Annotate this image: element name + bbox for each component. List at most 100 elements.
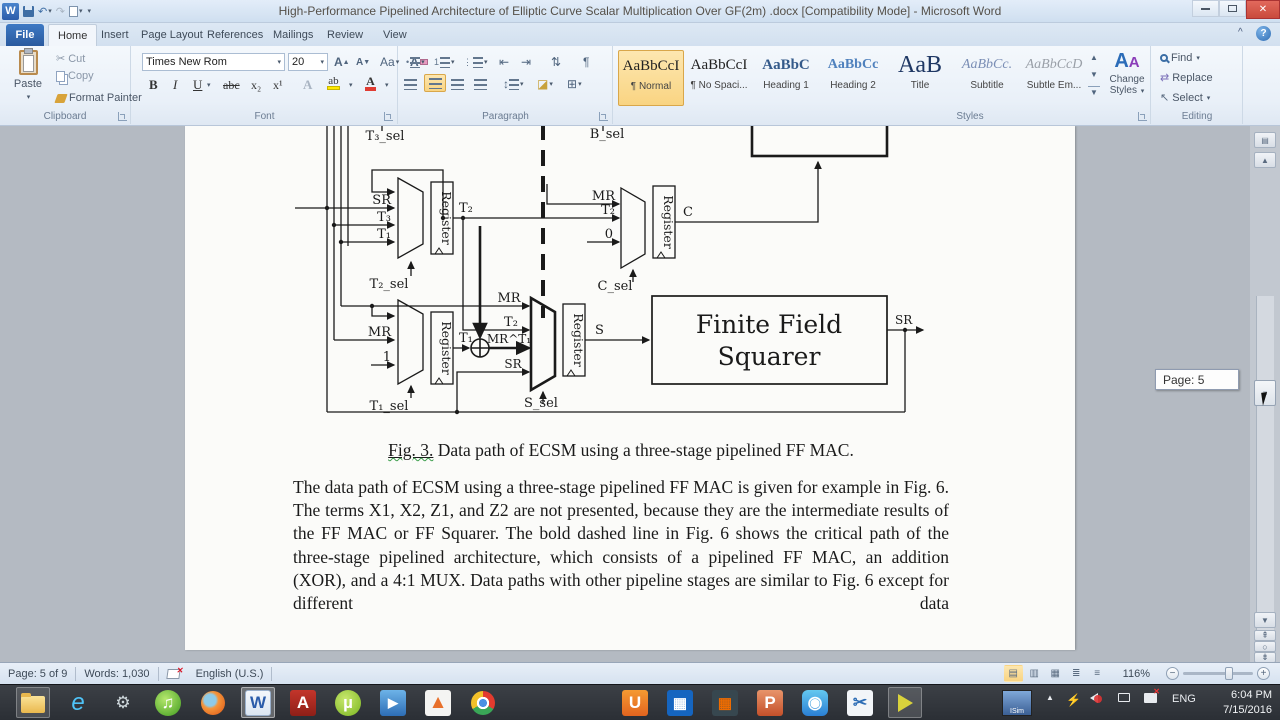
sort-button[interactable]: ⇅ [549,53,563,71]
style-subtitle[interactable]: AaBbCc. Subtitle [954,50,1020,106]
align-center-button[interactable] [424,74,446,92]
taskbar-internet-explorer-icon[interactable]: e [61,687,95,718]
taskbar-itunes-icon[interactable]: ♫ [151,687,185,718]
multilevel-dropdown-icon[interactable]: ▾ [484,58,488,66]
zoom-level[interactable]: 116% [1115,663,1158,684]
superscript-button[interactable]: x¹ [270,76,286,94]
strikethrough-button[interactable]: abc [220,76,243,94]
align-right-button[interactable] [449,75,466,93]
multilevel-list-button[interactable]: ⋮ ▾ [461,53,490,71]
font-family-select[interactable]: Times New Rom ▾ [142,53,285,71]
borders-dropdown-icon[interactable]: ▾ [578,80,582,88]
change-styles-button[interactable]: AA Change Styles ▾ [1106,50,1148,108]
taskbar-system-tool-icon[interactable]: ⚙ [106,687,140,718]
line-spacing-dropdown-icon[interactable]: ▾ [520,80,524,88]
tray-clock[interactable]: 6:04 PM 7/15/2016 [1223,688,1272,718]
zoom-slider-thumb[interactable] [1225,667,1233,680]
cut-button[interactable]: ✂ Cut [56,52,85,66]
bullets-button[interactable]: • ▾ [404,53,427,71]
preview-dropdown-icon[interactable]: ▾ [79,7,83,15]
justify-button[interactable] [472,75,489,93]
select-dropdown-icon[interactable]: ▾ [1207,94,1211,102]
word-logo-icon[interactable]: W [2,2,19,20]
undo-button[interactable]: ↶ ▾ [38,5,52,18]
grow-font-button[interactable]: A ▲ [332,53,352,71]
language-indicator[interactable]: English (U.S.) [188,663,272,684]
zoom-in-button[interactable]: + [1257,667,1270,680]
tray-network-icon[interactable] [1118,693,1130,702]
font-family-dropdown-icon[interactable]: ▾ [277,58,281,66]
shading-dropdown-icon[interactable]: ▾ [549,80,553,88]
tray-show-hidden-icon[interactable]: ▲ [1046,693,1054,702]
highlight-button[interactable]: ab [324,74,343,92]
help-icon[interactable]: ? [1256,26,1271,41]
taskbar-adobe-reader-icon[interactable]: A [286,687,320,718]
restore-button[interactable] [1219,0,1246,17]
find-dropdown-icon[interactable]: ▾ [1196,54,1200,62]
document-paragraph[interactable]: The data path of ECSM using a three-stag… [293,476,949,615]
taskbar-uc-browser-icon[interactable]: U [618,687,652,718]
taskbar-snipping-tool-icon[interactable]: ✂ [843,687,877,718]
replace-button[interactable]: ⇄ Replace [1160,71,1213,85]
change-case-button[interactable]: Aa ▾ [378,53,401,71]
word-count[interactable]: Words: 1,030 [76,663,157,684]
taskbar-app-grid-icon[interactable]: ▦ [663,687,697,718]
tab-references[interactable]: References [198,24,272,46]
style-title[interactable]: AaB Title [887,50,953,106]
fullscreen-reading-view-button[interactable]: ▥ [1025,665,1044,682]
italic-button[interactable]: I [170,76,180,94]
tab-mailings[interactable]: Mailings [264,24,322,46]
borders-button[interactable]: ⊞ ▾ [565,75,584,93]
font-size-dropdown-icon[interactable]: ▾ [320,58,324,66]
tray-language-indicator[interactable]: ENG [1172,693,1196,705]
tab-home[interactable]: Home [48,24,98,46]
copy-button[interactable]: Copy [56,70,94,82]
page-indicator[interactable]: Page: 5 of 9 [0,663,75,684]
close-button[interactable]: ✕ [1246,0,1280,19]
clipboard-launcher-icon[interactable] [118,112,127,121]
customize-qat-button[interactable]: ▾ [86,7,91,15]
tab-file[interactable]: File [6,24,44,46]
align-left-button[interactable] [402,75,419,93]
taskbar-zapya-icon[interactable] [888,687,922,718]
zoom-slider[interactable] [1183,667,1253,680]
scroll-up-button[interactable]: ▲ [1254,152,1276,168]
zoom-out-button[interactable]: − [1166,667,1179,680]
subscript-button[interactable]: x₂ [248,76,264,94]
tab-insert[interactable]: Insert [92,24,138,46]
style-subtle-emphasis[interactable]: AaBbCcD Subtle Em... [1021,50,1087,106]
increase-indent-button[interactable]: ⇥ [519,53,533,71]
taskbar-media-player-icon[interactable]: ▶ [376,687,410,718]
redo-button[interactable]: ↷ [56,5,65,18]
print-layout-view-button[interactable]: ▤ [1003,665,1023,682]
font-size-select[interactable]: 20 ▾ [288,53,328,71]
proofing-status-button[interactable] [159,663,188,684]
taskbar-shareit-icon[interactable]: ◉ [798,687,832,718]
decrease-indent-button[interactable]: ⇤ [497,53,511,71]
next-page-button[interactable]: ⇟ [1254,652,1276,662]
styles-gallery-expand-icon[interactable]: ▼ [1088,86,1100,98]
numbering-button[interactable]: 1 ▾ [432,53,457,71]
bold-button[interactable]: B [146,76,161,94]
taskbar-firefox-icon[interactable] [196,687,230,718]
ruler-toggle-button[interactable]: ▤ [1254,132,1276,148]
styles-launcher-icon[interactable] [1138,112,1147,121]
format-painter-button[interactable]: Format Painter [54,92,142,104]
font-color-dropdown-icon[interactable]: ▾ [382,76,391,94]
find-button[interactable]: Find ▾ [1160,52,1200,64]
style-normal[interactable]: AaBbCcI ¶ Normal [618,50,684,106]
taskbar-chrome-icon[interactable] [466,687,500,718]
shrink-font-button[interactable]: A ▼ [354,53,372,71]
paste-dropdown-icon[interactable]: ▾ [27,93,31,101]
draft-view-button[interactable]: ≡ [1088,665,1107,682]
tray-action-center-icon[interactable] [1144,687,1160,703]
previous-page-button[interactable]: ⇞ [1254,630,1276,641]
tray-volume-muted-icon[interactable] [1090,693,1102,703]
font-color-button[interactable]: A [362,74,379,92]
line-spacing-button[interactable]: ↕ ▾ [501,75,526,93]
outline-view-button[interactable]: ≣ [1067,665,1086,682]
web-layout-view-button[interactable]: ▦ [1046,665,1065,682]
scrollbar-track[interactable] [1256,296,1274,662]
taskbar-powerpoint-icon[interactable]: P [753,687,787,718]
style-heading1[interactable]: AaBbC Heading 1 [753,50,819,106]
